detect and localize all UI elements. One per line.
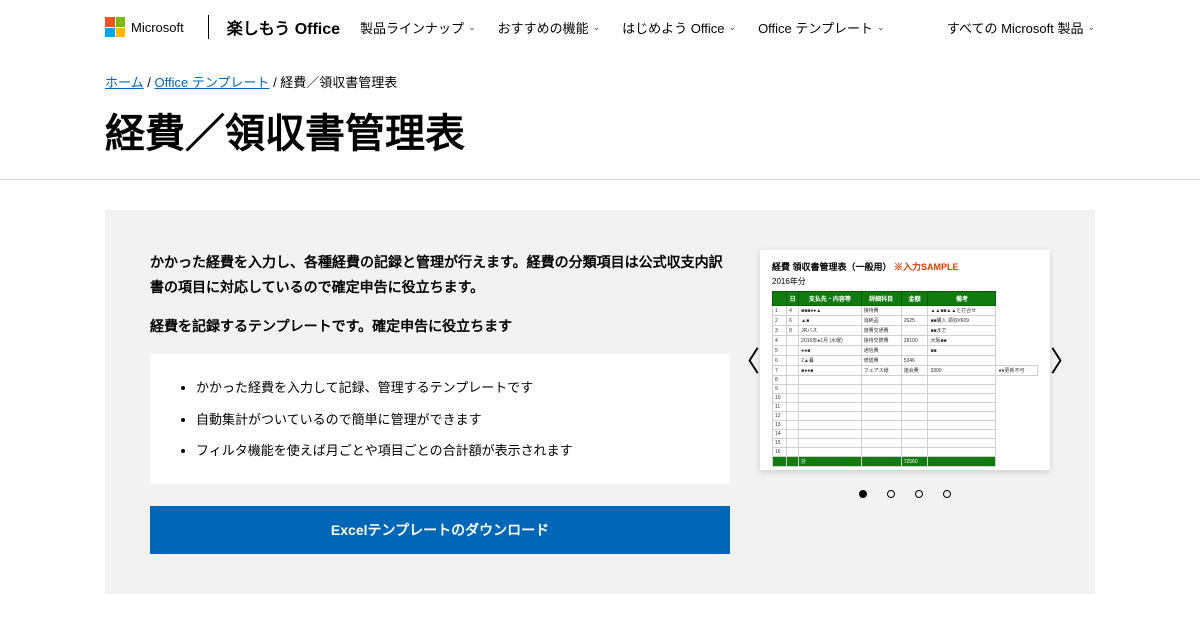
preview-column: 〈 経費 領収書管理表（一般用） ※入力SAMPLE 2016年分 日支払先・内… xyxy=(760,250,1050,554)
carousel-dot[interactable] xyxy=(915,490,923,498)
site-brand[interactable]: 楽しもう Office xyxy=(227,15,340,39)
breadcrumb: ホーム / Office テンプレート / 経費／領収書管理表 xyxy=(0,54,1200,101)
feature-item: フィルタ機能を使えば月ごとや項目ごとの合計額が表示されます xyxy=(196,435,702,466)
microsoft-logo[interactable]: Microsoft xyxy=(105,17,184,37)
feature-item: 自動集計がついているので簡単に管理ができます xyxy=(196,404,702,435)
template-preview-slide[interactable]: 経費 領収書管理表（一般用） ※入力SAMPLE 2016年分 日支払先・内容等… xyxy=(760,250,1050,470)
chevron-down-icon: ⌄ xyxy=(468,22,476,33)
download-button[interactable]: Excelテンプレートのダウンロード xyxy=(150,506,730,554)
chevron-down-icon: ⌄ xyxy=(877,22,885,33)
carousel-dots xyxy=(760,490,1050,498)
chevron-down-icon: ⌄ xyxy=(729,22,737,33)
nav-recommended[interactable]: おすすめの機能⌄ xyxy=(498,18,601,37)
global-header: Microsoft 楽しもう Office 製品ラインナップ⌄ おすすめの機能⌄… xyxy=(0,0,1200,54)
carousel-next-icon[interactable]: 〉 xyxy=(1050,340,1078,380)
title-divider xyxy=(0,179,1200,180)
preview-title: 経費 領収書管理表（一般用） ※入力SAMPLE xyxy=(772,260,1038,273)
nav-product-lineup[interactable]: 製品ラインナップ⌄ xyxy=(360,18,476,37)
carousel-dot[interactable] xyxy=(859,490,867,498)
breadcrumb-current: 経費／領収書管理表 xyxy=(280,75,397,90)
description-column: かかった経費を入力し、各種経費の記録と管理が行えます。経費の分類項目は公式収支内… xyxy=(150,250,730,554)
carousel-dot[interactable] xyxy=(887,490,895,498)
nav-all-products[interactable]: すべての Microsoft 製品⌄ xyxy=(947,18,1095,37)
preview-carousel: 〈 経費 領収書管理表（一般用） ※入力SAMPLE 2016年分 日支払先・内… xyxy=(760,250,1050,470)
feature-list: かかった経費を入力して記録、管理するテンプレートです 自動集計がついているので簡… xyxy=(150,354,730,484)
nav-templates[interactable]: Office テンプレート⌄ xyxy=(758,18,885,37)
breadcrumb-home[interactable]: ホーム xyxy=(105,75,144,90)
header-divider xyxy=(208,15,209,39)
page-title: 経費／領収書管理表 xyxy=(0,101,1200,179)
content-panel: かかった経費を入力し、各種経費の記録と管理が行えます。経費の分類項目は公式収支内… xyxy=(105,210,1095,594)
nav-get-started[interactable]: はじめよう Office⌄ xyxy=(622,18,736,37)
feature-item: かかった経費を入力して記録、管理するテンプレートです xyxy=(196,372,702,403)
chevron-down-icon: ⌄ xyxy=(1087,22,1095,33)
template-subtitle: 経費を記録するテンプレートです。確定申告に役立ちます xyxy=(150,316,730,336)
primary-nav: 製品ラインナップ⌄ おすすめの機能⌄ はじめよう Office⌄ Office … xyxy=(360,18,885,37)
preview-year: 2016年分 xyxy=(772,276,1038,287)
microsoft-label: Microsoft xyxy=(131,20,184,35)
carousel-dot[interactable] xyxy=(943,490,951,498)
breadcrumb-templates[interactable]: Office テンプレート xyxy=(154,75,269,90)
preview-table: 日支払先・内容等詳細科目金額備考 14■■■●●▲接待費▲▲■■▲▲と打合せ26… xyxy=(772,291,1038,467)
chevron-down-icon: ⌄ xyxy=(593,22,601,33)
microsoft-logo-icon xyxy=(105,17,125,37)
template-description: かかった経費を入力し、各種経費の記録と管理が行えます。経費の分類項目は公式収支内… xyxy=(150,250,730,300)
carousel-prev-icon[interactable]: 〈 xyxy=(732,340,760,380)
